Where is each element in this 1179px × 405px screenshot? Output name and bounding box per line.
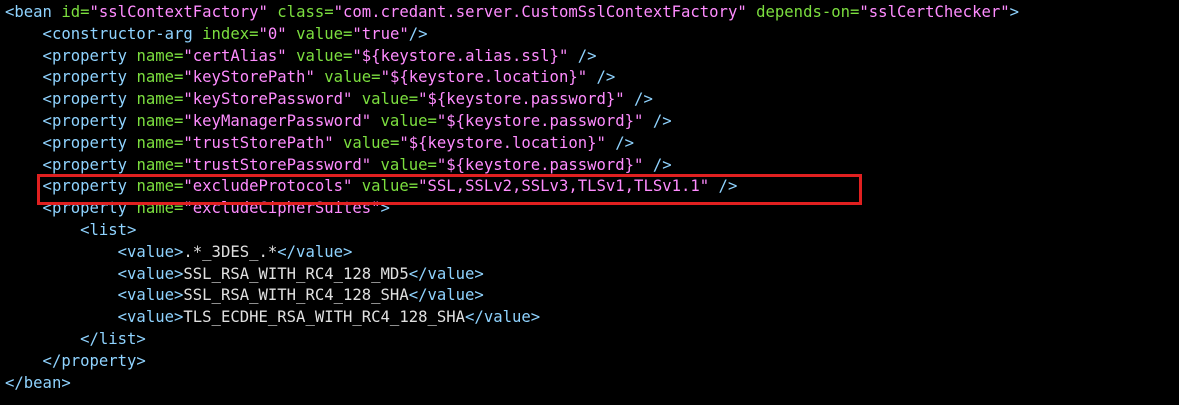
code-token-tag (352, 90, 361, 108)
code-token-tag: /> (587, 68, 616, 87)
code-token-tag: </value> (408, 264, 484, 283)
code-token-attr: value= (296, 24, 353, 43)
code-line: <value>TLS_ECDHE_RSA_WITH_RC4_128_SHA</v… (0, 307, 1179, 329)
code-token-tag: /> (643, 111, 672, 130)
code-token-tag: <property (5, 133, 137, 152)
code-token-tag: /> (605, 133, 635, 152)
code-token-tag (315, 68, 324, 86)
code-token-tag (268, 3, 277, 21)
code-line: <value>SSL_RSA_WITH_RC4_128_MD5</value> (0, 264, 1179, 286)
code-line: <property name="keyStorePath" value="${k… (0, 67, 1179, 89)
code-token-val: "trustStorePassword" (183, 155, 372, 174)
code-token-val: "sslCertChecker" (859, 3, 1010, 21)
code-token-attr: name= (136, 90, 184, 109)
code-line: <property name="trustStorePath" value="$… (0, 133, 1179, 155)
code-token-attr: id= (61, 3, 90, 21)
code-token-tag (334, 134, 343, 152)
code-token-tag: /> (624, 90, 653, 109)
code-token-tag: <property (5, 155, 137, 174)
code-token-text: .*_3DES_.* (183, 242, 278, 261)
code-token-attr: value= (380, 155, 437, 174)
code-token-text: SSL_RSA_WITH_RC4_128_SHA (183, 286, 409, 305)
code-token-tag: > (1009, 3, 1020, 21)
code-token-tag: <constructor-arg (5, 24, 203, 43)
terminal-window: <bean id="sslContextFactory" class="com.… (0, 0, 1179, 405)
code-token-val: "${keystore.password}" (436, 155, 644, 174)
code-line: <value>.*_3DES_.*</value> (0, 242, 1179, 264)
code-token-attr: name= (136, 111, 184, 130)
code-token-attr: name= (136, 155, 184, 174)
code-token-attr: value= (324, 68, 381, 87)
code-line: <property name="keyManagerPassword" valu… (0, 111, 1179, 133)
code-line: <bean id="sslContextFactory" class="com.… (0, 2, 1179, 24)
code-token-tag: </value> (408, 286, 484, 305)
code-token-tag: </property> (5, 351, 146, 370)
code-token-val: "sslContextFactory" (89, 3, 268, 21)
code-token-val: "trustStorePath" (183, 133, 334, 152)
code-line: <constructor-arg index="0" value="true"/… (0, 24, 1179, 46)
code-token-tag: /> (408, 24, 428, 43)
code-token-tag: <list> (5, 220, 137, 239)
code-token-val: "true" (352, 24, 409, 43)
code-token-val: "certAlias" (183, 46, 287, 65)
code-token-tag (287, 25, 296, 43)
code-token-text: SSL_RSA_WITH_RC4_128_MD5 (183, 264, 409, 283)
code-token-attr: depends-on= (756, 3, 860, 21)
code-token-tag (371, 112, 380, 130)
code-token-val: "keyStorePath" (183, 68, 315, 87)
code-line: <property name="keyStorePassword" value=… (0, 89, 1179, 111)
code-token-val: "keyStorePassword" (183, 90, 353, 109)
code-token-tag: <value> (5, 242, 184, 261)
code-token-attr: index= (202, 24, 259, 43)
code-token-val: "${keystore.location}" (399, 133, 606, 152)
code-token-attr: value= (296, 46, 353, 65)
code-token-tag (371, 156, 380, 174)
code-token-tag: <property (5, 111, 137, 130)
code-line: <list> (0, 220, 1179, 242)
code-token-text: TLS_ECDHE_RSA_WITH_RC4_128_SHA (183, 308, 466, 327)
code-token-tag: </bean> (5, 373, 71, 392)
code-token-tag: <value> (5, 264, 184, 283)
code-token-attr: value= (380, 111, 437, 130)
code-token-tag: /> (643, 155, 672, 174)
code-token-val: "keyManagerPassword" (183, 111, 372, 130)
code-token-val: "0" (258, 24, 287, 43)
code-token-tag: </value> (465, 308, 541, 327)
code-line: </bean> (0, 373, 1179, 395)
code-line: </list> (0, 329, 1179, 351)
code-token-attr: value= (343, 133, 400, 152)
code-token-attr: name= (136, 68, 184, 87)
code-token-tag: <property (5, 68, 137, 87)
code-token-val: "com.credant.server.CustomSslContextFact… (333, 3, 747, 21)
code-token-attr: name= (136, 133, 184, 152)
code-token-val: "${keystore.password}" (436, 111, 644, 130)
code-line: </property> (0, 351, 1179, 373)
code-token-val: "${keystore.password}" (418, 90, 625, 109)
code-line: <property name="certAlias" value="${keys… (0, 46, 1179, 68)
code-line: <value>SSL_RSA_WITH_RC4_128_SHA</value> (0, 285, 1179, 307)
code-token-tag: <property (5, 46, 137, 65)
code-token-tag: <value> (5, 286, 184, 305)
code-token-tag: <property (5, 90, 137, 109)
code-token-tag (287, 47, 296, 65)
code-token-tag: <bean (5, 3, 62, 21)
code-token-val: "${keystore.alias.ssl}" (352, 46, 569, 65)
code-token-attr: name= (136, 46, 184, 65)
code-token-val: "${keystore.location}" (380, 68, 588, 87)
code-token-tag: </list> (5, 329, 146, 348)
code-token-tag: <value> (5, 308, 184, 327)
code-token-tag: /> (568, 46, 597, 65)
code-token-attr: value= (361, 90, 419, 109)
highlight-box-exclude-protocols (37, 174, 862, 205)
code-token-attr: class= (277, 3, 334, 21)
code-token-tag: </value> (277, 242, 353, 261)
code-token-tag (747, 3, 756, 21)
